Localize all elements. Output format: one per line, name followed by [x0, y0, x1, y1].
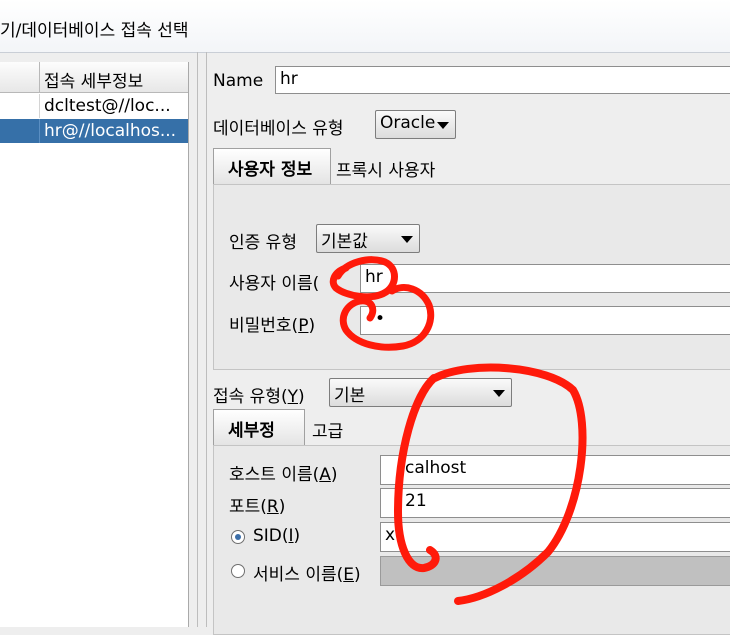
red-annotation-marks	[329, 256, 587, 605]
annotation-scribble-username	[329, 256, 398, 301]
annotation-circle-connection-details	[394, 363, 587, 605]
